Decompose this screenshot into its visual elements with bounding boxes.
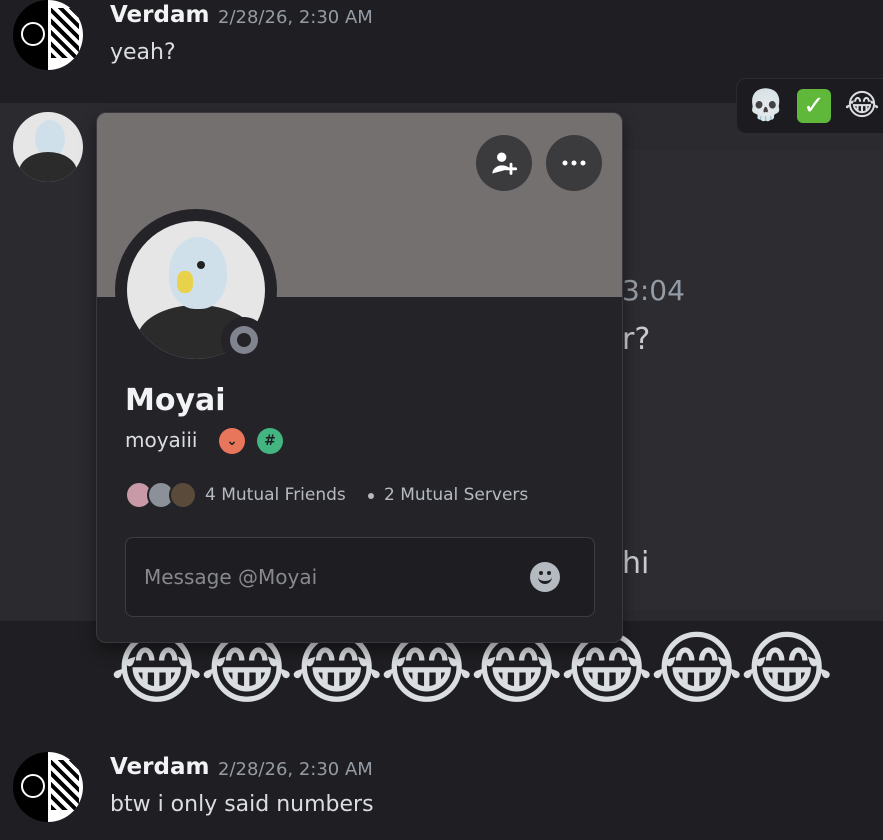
message-author[interactable]: Verdam: [110, 754, 209, 780]
check-mark-label: ✓: [797, 89, 831, 123]
more-options-button[interactable]: [546, 135, 602, 191]
direct-message-input[interactable]: [144, 560, 524, 594]
mutual-servers-link[interactable]: 2 Mutual Servers: [384, 485, 528, 505]
joy-icon[interactable]: 😂: [843, 87, 881, 125]
hash-badge-icon[interactable]: #: [257, 428, 283, 454]
emoji-picker-button[interactable]: [530, 562, 560, 592]
separator-dot: [368, 493, 374, 499]
message-text-fragment: r?: [622, 322, 651, 357]
check-mark-icon[interactable]: ✓: [795, 87, 833, 125]
add-friend-icon: [492, 152, 518, 175]
add-friend-button[interactable]: [476, 135, 532, 191]
chevron-badge-icon[interactable]: ⌄: [219, 428, 245, 454]
avatar[interactable]: [13, 112, 83, 182]
mutual-friend-avatar: [169, 481, 197, 509]
joy-icon: 😂: [650, 622, 744, 715]
ellipsis-icon: [562, 160, 586, 166]
message-timestamp: 2/28/26, 2:30 AM: [218, 759, 373, 780]
user-profile-popout: Moyai moyaiii ⌄ # 4 Mutual Friends 2 Mut…: [96, 112, 623, 643]
avatar[interactable]: [13, 752, 83, 822]
skull-icon[interactable]: 💀: [747, 87, 785, 125]
chat-message-area: Verdam 2/28/26, 2:30 AM yeah? 3:04 r? hi…: [0, 0, 883, 840]
reaction-toolbar: 💀 ✓ 😂: [736, 78, 883, 134]
message-text: btw i only said numbers: [110, 792, 374, 817]
smile-icon: [538, 576, 552, 584]
joy-icon: 😂: [740, 622, 834, 715]
hovered-message-highlight: [622, 150, 883, 610]
message-timestamp-fragment: 3:04: [622, 274, 685, 307]
message-text: yeah?: [110, 40, 176, 65]
message-timestamp: 2/28/26, 2:30 AM: [218, 7, 373, 28]
message-text-fragment: hi: [622, 546, 650, 581]
mutuals-row: 4 Mutual Friends 2 Mutual Servers: [125, 481, 595, 511]
direct-message-box: [125, 537, 595, 617]
profile-username[interactable]: moyaiii: [125, 428, 197, 452]
profile-display-name: Moyai: [125, 383, 226, 418]
mutual-friends-link[interactable]: 4 Mutual Friends: [205, 485, 346, 505]
avatar[interactable]: [13, 0, 83, 70]
message-author[interactable]: Verdam: [110, 2, 209, 28]
